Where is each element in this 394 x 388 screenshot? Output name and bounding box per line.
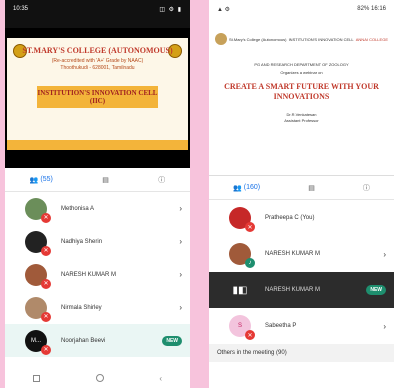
people-icon: 👥	[233, 184, 242, 192]
status-icons: ◫ ⚙ ▮	[159, 7, 182, 13]
shared-screen-document[interactable]: St.Mary's College (Autonomous) INSTITUTI…	[209, 22, 394, 176]
slide-logo-bar: St.Mary's College (Autonomous) INSTITUTI…	[215, 28, 388, 50]
iic-logo-text: INSTITUTION'S INNOVATION CELL	[288, 36, 354, 42]
battery-level: 82%	[357, 6, 370, 12]
chevron-right-icon[interactable]: ›	[179, 237, 182, 246]
status-time: 16:16	[370, 6, 386, 12]
participant-name: Sabeetha P	[265, 323, 297, 329]
info-icon: ⓘ	[362, 184, 370, 192]
tab-info[interactable]: ⓘ	[158, 175, 165, 185]
participant-name: NARESH KUMAR M	[265, 287, 321, 293]
recents-icon[interactable]	[32, 374, 40, 382]
slide-department: PG AND RESEARCH DEPARTMENT OF ZOOLOGY	[254, 62, 349, 67]
tab-participants[interactable]: 👥 (160)	[233, 184, 260, 192]
participant-name: Nadhiya Sherin	[61, 238, 103, 245]
participant-name: Noorjahan Beevi	[61, 337, 106, 344]
college-logo-left: St.Mary's College (Autonomous)	[215, 33, 286, 45]
mic-off-icon: ✕	[41, 245, 51, 256]
speaker-role: Assistant Professor	[284, 118, 319, 123]
presentation-slide: ST.MARY'S COLLEGE (AUTONOMOUS) (Re-accre…	[7, 38, 188, 150]
system-navbar: ‹	[5, 368, 190, 388]
slide-title: CREATE A SMART FUTURE WITH YOUR INNOVATI…	[224, 82, 379, 101]
slide-organizes: Organizes a webinar on	[280, 70, 323, 75]
iic-logo: INSTITUTION'S INNOVATION CELL	[289, 37, 354, 42]
list-item[interactable]: ✕ Pratheepa C (You)	[209, 200, 394, 236]
chevron-right-icon[interactable]: ›	[179, 204, 182, 213]
college-right-name: ANNAI COLLEGE	[355, 36, 388, 42]
slide-title: INSTITUTION'S INNOVATION CELL (IIC)	[37, 86, 158, 108]
tab-chat[interactable]: ▤	[102, 176, 109, 184]
avatar: ✕	[25, 263, 51, 289]
status-time: 10:35	[13, 6, 29, 12]
list-item[interactable]: ♪ NARESH KUMAR M ›	[209, 236, 394, 272]
mic-off-icon: ✕	[245, 330, 255, 340]
participant-name: Pratheepa C (You)	[265, 215, 315, 221]
left-phone-screen: 10:35 ◫ ⚙ ▮ ST.MARY'S COLLEGE (AUTONOMOU…	[5, 0, 190, 388]
mic-off-icon: ✕	[41, 311, 51, 322]
list-item[interactable]: S ✕ Sabeetha P ›	[209, 308, 394, 344]
right-phone-screen: ▲ ⚙ 82% 16:16 St.Mary's College (Autonom…	[209, 0, 394, 388]
tab-participants[interactable]: 👥 (55)	[30, 176, 53, 184]
chat-icon: ▤	[102, 176, 109, 184]
avatar: ♪	[229, 243, 255, 268]
list-item[interactable]: ✕ Nadhiya Sherin ›	[5, 225, 190, 258]
home-icon[interactable]	[95, 374, 104, 382]
chevron-right-icon[interactable]: ›	[179, 303, 182, 312]
list-item[interactable]: ✕ Methonisa A ›	[5, 192, 190, 225]
shared-screen-video[interactable]: ST.MARY'S COLLEGE (AUTONOMOUS) (Re-accre…	[5, 28, 190, 168]
tab-chat[interactable]: ▤	[308, 184, 315, 192]
mic-off-icon: ✕	[245, 222, 255, 232]
avatar: ✕	[25, 197, 51, 223]
avatar: S ✕	[229, 315, 255, 340]
participant-count: (160)	[243, 184, 261, 191]
mic-off-icon: ✕	[41, 344, 51, 355]
avatar: ✕	[25, 230, 51, 256]
camera-off-icon: ▮◧	[232, 284, 248, 296]
people-icon: 👥	[29, 176, 39, 184]
slide-accreditation: (Re-accredited with 'A+' Grade by NAAC)	[51, 58, 144, 64]
info-icon: ⓘ	[158, 176, 166, 184]
mic-off-icon: ✕	[41, 278, 51, 289]
slide-speaker: Dr.R.Venkatesan Assistant Professor	[209, 112, 394, 124]
participants-tabbar: 👥 (160) ▤ ⓘ	[209, 176, 394, 200]
avatar-initials: M...	[31, 337, 41, 344]
participant-count: (55)	[40, 176, 53, 183]
list-item[interactable]: M... ✕ Noorjahan Beevi NEW	[5, 324, 190, 357]
avatar: M... ✕	[25, 329, 51, 355]
chevron-right-icon[interactable]: ›	[383, 250, 386, 259]
back-icon[interactable]: ‹	[159, 374, 162, 383]
avatar-initials: S	[237, 323, 242, 329]
chevron-right-icon[interactable]: ›	[179, 270, 182, 279]
college-logo-right: ANNAI COLLEGE	[356, 37, 388, 42]
list-item[interactable]: ✕ Nirmala Shirley ›	[5, 291, 190, 324]
participant-list: ✕ Pratheepa C (You) ♪ NARESH KUMAR M › ▮…	[209, 200, 394, 344]
list-item[interactable]: ✕ NARESH KUMAR M ›	[5, 258, 190, 291]
status-bar: 10:35 ◫ ⚙ ▮	[5, 0, 190, 28]
college-seal-icon	[215, 33, 227, 45]
participant-list: ✕ Methonisa A › ✕ Nadhiya Sherin › ✕ NAR…	[5, 192, 190, 357]
participant-name: Nirmala Shirley	[61, 304, 102, 311]
tab-info[interactable]: ⓘ	[363, 183, 370, 193]
slide-place: Thoothukudi - 628001, Tamilnadu	[60, 65, 135, 71]
list-item[interactable]: ▮◧ NARESH KUMAR M NEW	[209, 272, 394, 308]
others-section-header: Others in the meeting (90)	[209, 344, 394, 362]
college-left-name: St.Mary's College (Autonomous)	[229, 36, 287, 42]
status-left-icons: ▲ ⚙	[217, 7, 230, 13]
participants-tabbar: 👥 (55) ▤ ⓘ	[5, 168, 190, 192]
slide-footer-band	[7, 140, 188, 150]
status-right: 82% 16:16	[357, 6, 386, 12]
chat-icon: ▤	[308, 184, 315, 192]
new-badge: NEW	[162, 335, 182, 346]
avatar: ✕	[25, 296, 51, 322]
status-bar: ▲ ⚙ 82% 16:16	[209, 0, 394, 22]
chevron-right-icon[interactable]: ›	[383, 322, 386, 331]
new-badge: NEW	[366, 285, 386, 295]
participant-name: NARESH KUMAR M	[265, 251, 321, 257]
participant-name: NARESH KUMAR M	[61, 271, 117, 278]
mic-on-icon: ♪	[245, 258, 255, 268]
avatar: ✕	[229, 207, 255, 232]
participant-name: Methonisa A	[61, 205, 95, 212]
mic-off-icon: ✕	[41, 212, 51, 223]
slide-college-name: ST.MARY'S COLLEGE (AUTONOMOUS)	[22, 46, 173, 55]
